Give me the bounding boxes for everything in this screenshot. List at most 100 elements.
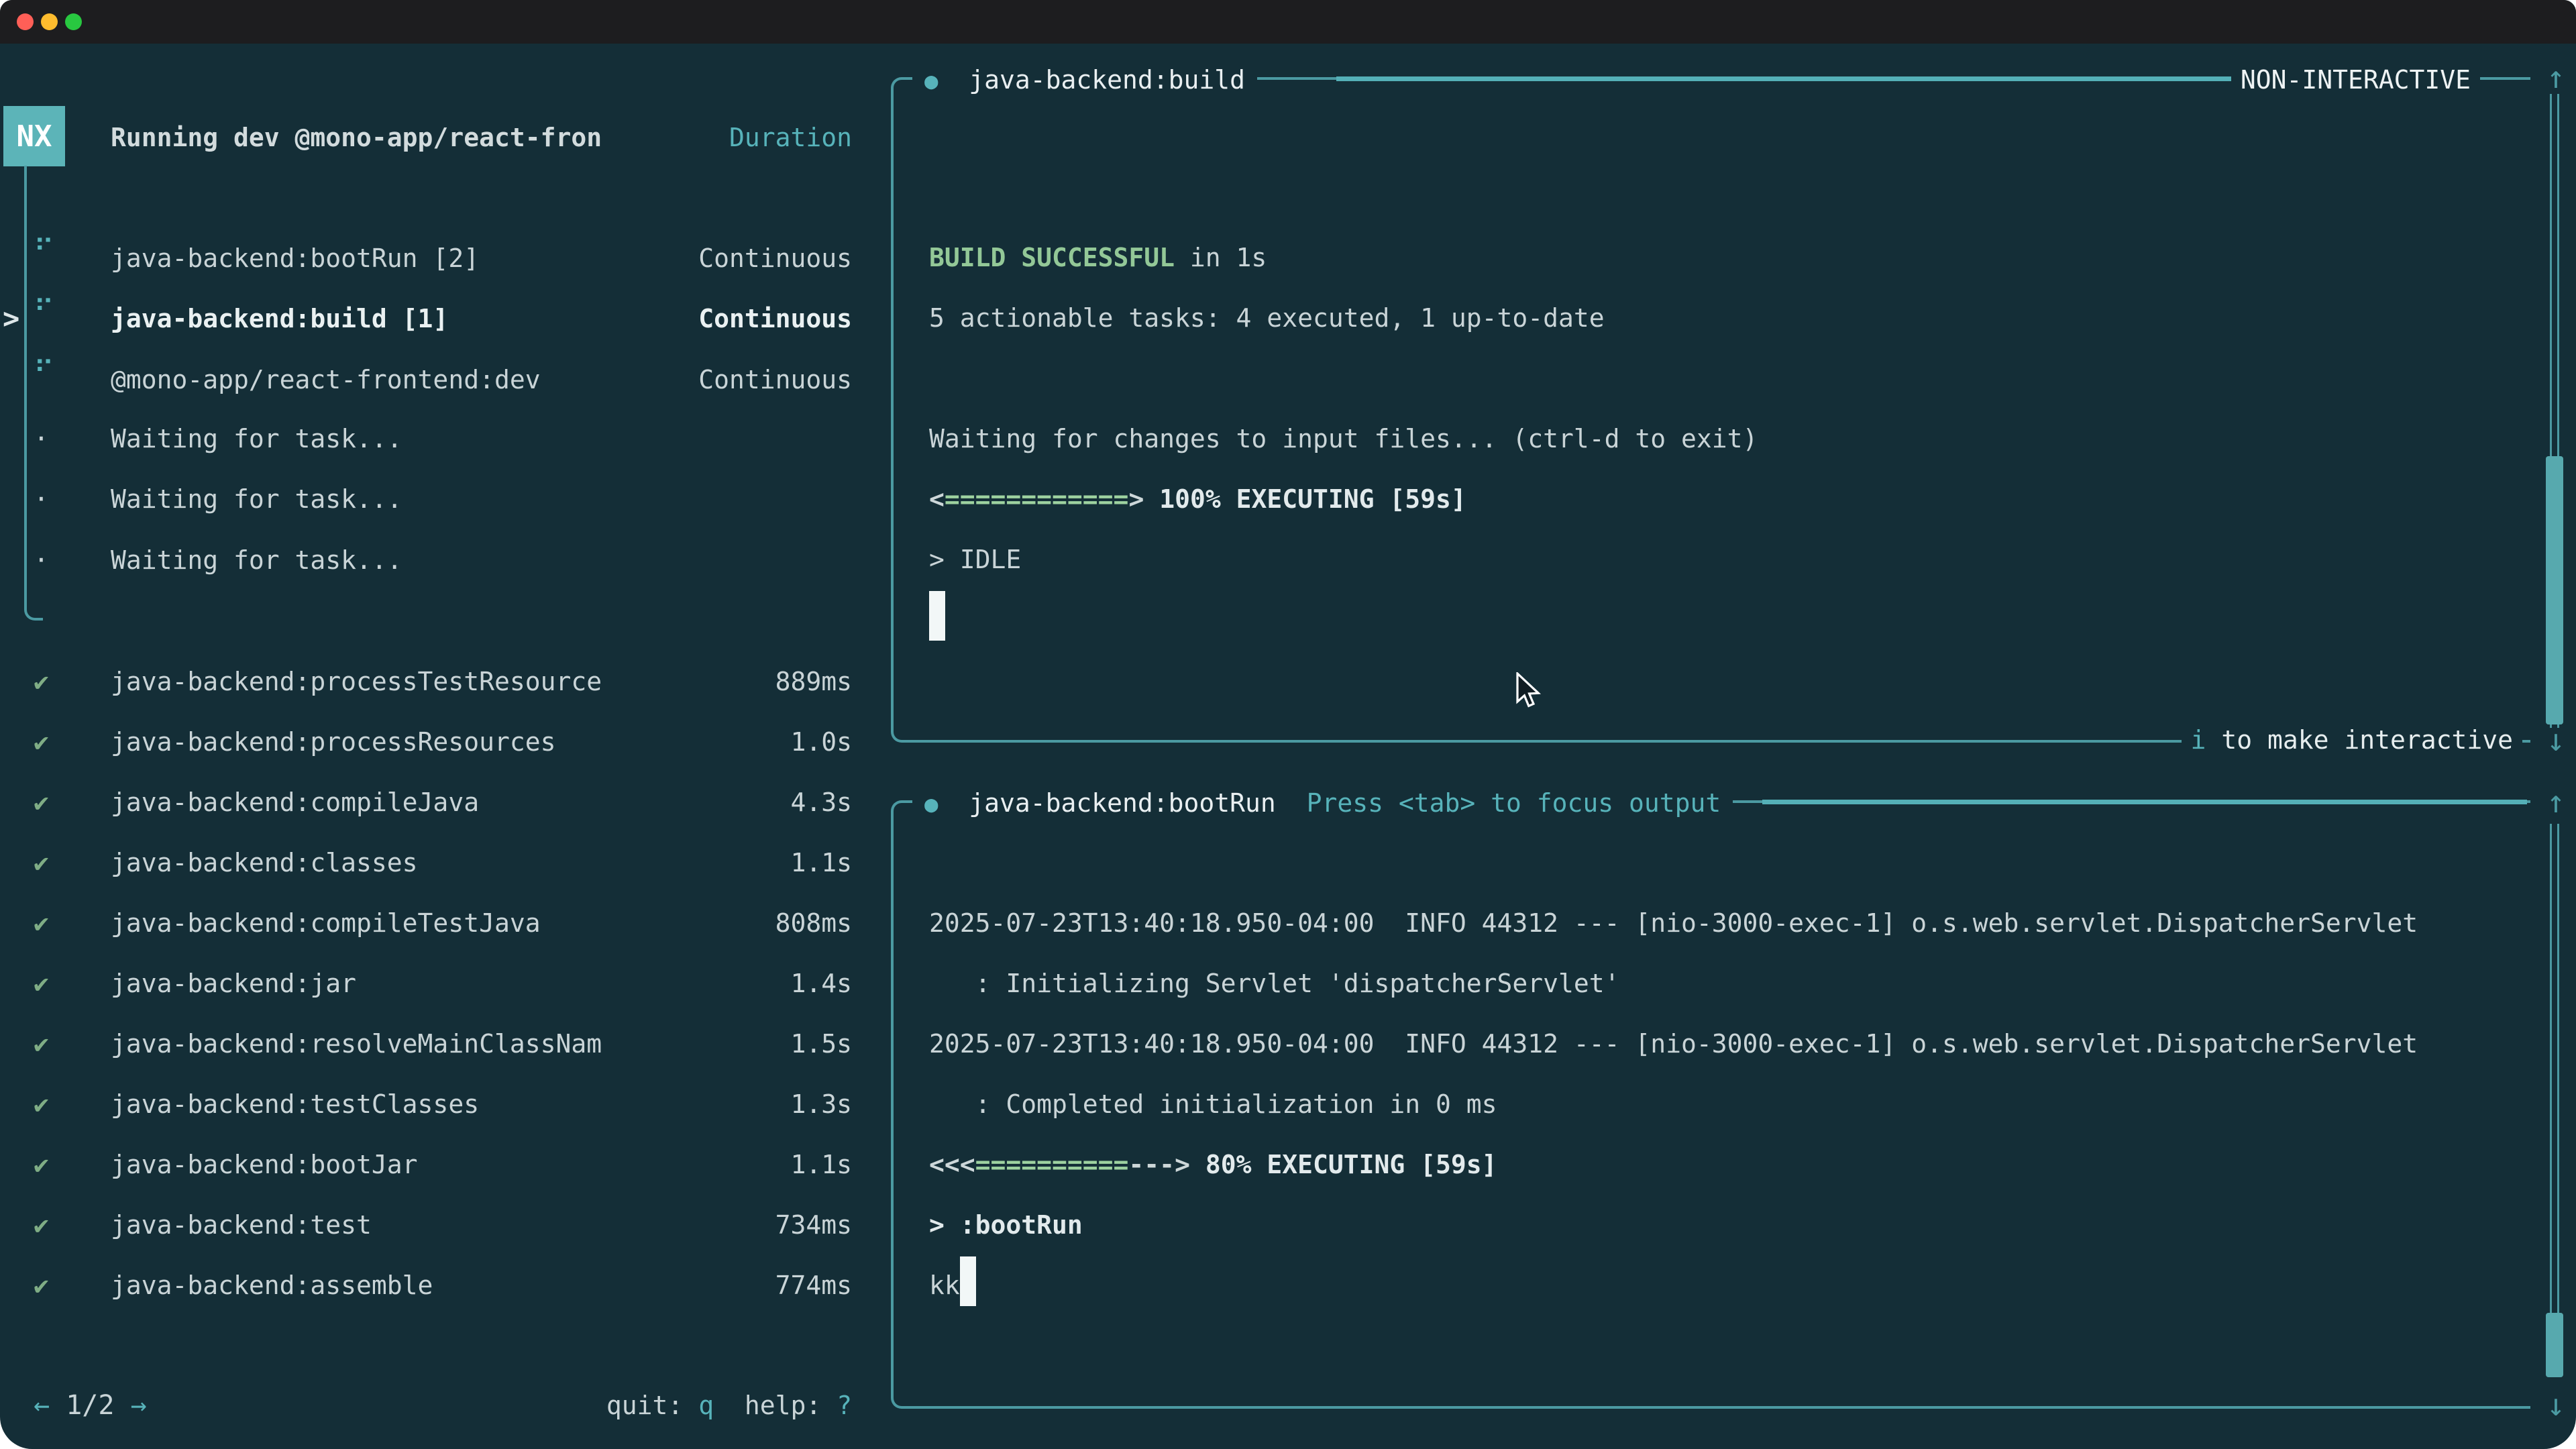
task-row-bootrun[interactable]: java-backend:bootRun [2] Continuous <box>111 228 852 288</box>
panel-title: java-backend:build <box>969 65 1245 95</box>
page-prev-arrow[interactable]: ← <box>34 1390 50 1421</box>
page-next-arrow[interactable]: → <box>131 1390 147 1421</box>
log-line: : Completed initialization in 0 ms <box>929 1074 2490 1134</box>
terminal-cursor <box>960 1256 976 1306</box>
close-button[interactable] <box>17 13 34 30</box>
terminal-cursor <box>929 591 945 641</box>
task-row-completed[interactable]: java-backend:assemble 774ms <box>111 1255 852 1316</box>
task-row-completed[interactable]: java-backend:processTestResource 889ms <box>111 651 852 712</box>
bootrun-output-log: 2025-07-23T13:40:18.950-04:00 INFO 44312… <box>929 893 2490 1316</box>
interactive-key: i <box>2191 725 2206 755</box>
sidebar-header: Running dev @mono-app/react-fron Duratio… <box>111 107 852 168</box>
task-name: java-backend:testClasses <box>111 1074 479 1134</box>
check-icon: ✔ <box>34 1255 74 1316</box>
build-panel-header: ● java-backend:build <box>912 50 1257 110</box>
bootrun-progress-bar: <<<==========---> 80% EXECUTING [59s] <box>929 1134 2490 1195</box>
waiting-bullet-icon: · <box>34 530 74 590</box>
task-duration: 1.5s <box>790 1014 852 1074</box>
spinner-icon: ⠋ <box>34 280 74 341</box>
task-row-completed[interactable]: java-backend:bootJar 1.1s <box>111 1134 852 1195</box>
scrollbar-thumb[interactable] <box>2546 1313 2563 1377</box>
pager: ← 1/2 → <box>34 1375 147 1436</box>
typed-input-line[interactable]: kk <box>929 1255 2490 1316</box>
task-dot-icon: ● <box>924 791 938 818</box>
waiting-message: Waiting for changes to input files... (c… <box>929 409 2490 469</box>
task-duration: 1.1s <box>790 833 852 893</box>
zoom-button[interactable] <box>65 13 82 30</box>
task-row-completed[interactable]: java-backend:compileTestJava 808ms <box>111 893 852 953</box>
help-key: ? <box>837 1391 852 1420</box>
minimize-button[interactable] <box>41 13 58 30</box>
page-number: 1/2 <box>66 1390 114 1421</box>
task-name: java-backend:build [1] <box>111 288 448 349</box>
task-name: java-backend:compileJava <box>111 772 479 833</box>
focus-hint: Press <tab> to focus output <box>1276 788 1721 818</box>
build-time: in 1s <box>1175 243 1267 272</box>
bootrun-panel-header: ● java-backend:bootRun Press <tab> to fo… <box>912 773 1733 833</box>
task-name: java-backend:resolveMainClassNam <box>111 1014 602 1074</box>
task-name: java-backend:classes <box>111 833 418 893</box>
selected-task-arrow: > <box>3 288 19 349</box>
waiting-bullet-icon: · <box>34 409 74 469</box>
scrollbar-thumb[interactable] <box>2546 456 2563 724</box>
log-line: 2025-07-23T13:40:18.950-04:00 INFO 44312… <box>929 893 2490 953</box>
check-icon: ✔ <box>34 893 74 953</box>
task-status: Continuous <box>698 350 852 410</box>
task-name: java-backend:processTestResource <box>111 651 602 712</box>
task-name: java-backend:bootRun [2] <box>111 228 479 288</box>
check-icon: ✔ <box>34 1195 74 1255</box>
task-duration: 889ms <box>775 651 852 712</box>
scrollbar-track[interactable] <box>2550 824 2559 1375</box>
task-row-completed[interactable]: java-backend:test 734ms <box>111 1195 852 1255</box>
task-row-waiting: Waiting for task... <box>111 409 852 469</box>
check-icon: ✔ <box>34 1014 74 1074</box>
task-name: @mono-app/react-frontend:dev <box>111 350 541 410</box>
task-duration: 774ms <box>775 1255 852 1316</box>
task-name: java-backend:compileTestJava <box>111 893 541 953</box>
terminal-window: NX Running dev @mono-app/react-fron Dura… <box>0 0 2576 1449</box>
non-interactive-badge: NON-INTERACTIVE <box>2231 50 2480 110</box>
scroll-up-icon[interactable]: ↑ <box>2539 771 2573 832</box>
duration-column-label: Duration <box>729 107 852 168</box>
task-row-completed[interactable]: java-backend:processResources 1.0s <box>111 712 852 772</box>
task-status: Continuous <box>698 288 852 349</box>
header-rule <box>1336 76 2275 81</box>
tasks-summary: 5 actionable tasks: 4 executed, 1 up-to-… <box>929 288 2490 348</box>
sidebar-title: Running dev @mono-app/react-fron <box>111 107 602 168</box>
task-row-completed[interactable]: java-backend:compileJava 4.3s <box>111 772 852 833</box>
task-duration: 1.4s <box>790 953 852 1014</box>
task-row-completed[interactable]: java-backend:testClasses 1.3s <box>111 1074 852 1134</box>
header-rule <box>1762 800 2527 804</box>
task-name: Waiting for task... <box>111 469 402 529</box>
mouse-cursor <box>1515 672 1544 717</box>
check-icon: ✔ <box>34 772 74 833</box>
task-duration: 1.0s <box>790 712 852 772</box>
task-name: java-backend:processResources <box>111 712 555 772</box>
task-duration: 734ms <box>775 1195 852 1255</box>
check-icon: ✔ <box>34 651 74 712</box>
task-row-build-selected[interactable]: java-backend:build [1] Continuous <box>111 288 852 349</box>
task-name: java-backend:jar <box>111 953 356 1014</box>
panel-title: java-backend:bootRun <box>969 788 1276 818</box>
check-icon: ✔ <box>34 1134 74 1195</box>
nx-logo: NX <box>3 106 65 166</box>
scroll-down-icon[interactable]: ↓ <box>2539 710 2573 770</box>
task-row-waiting: Waiting for task... <box>111 469 852 529</box>
task-name: java-backend:test <box>111 1195 372 1255</box>
task-row-completed[interactable]: java-backend:jar 1.4s <box>111 953 852 1014</box>
keyboard-hints: quit: q help: ? <box>470 1375 852 1436</box>
task-row-frontend-dev[interactable]: @mono-app/react-frontend:dev Continuous <box>111 350 852 410</box>
check-icon: ✔ <box>34 712 74 772</box>
page-indicator <box>50 1390 66 1421</box>
interactive-hint: i to make interactive <box>2182 710 2522 770</box>
scroll-down-icon[interactable]: ↓ <box>2539 1375 2573 1435</box>
gradle-task-prompt: > :bootRun <box>929 1195 2490 1255</box>
task-row-completed[interactable]: java-backend:classes 1.1s <box>111 833 852 893</box>
task-row-completed[interactable]: java-backend:resolveMainClassNam 1.5s <box>111 1014 852 1074</box>
typed-text: kk <box>929 1271 960 1300</box>
build-output-panel[interactable]: ● java-backend:build NON-INTERACTIVE i t… <box>891 77 2530 743</box>
task-status: Continuous <box>698 228 852 288</box>
build-progress-bar: <============> 100% EXECUTING [59s] <box>929 469 2490 529</box>
bootrun-output-panel[interactable]: ● java-backend:bootRun Press <tab> to fo… <box>891 800 2530 1409</box>
progress-label: 100% EXECUTING [59s] <box>1144 484 1466 514</box>
